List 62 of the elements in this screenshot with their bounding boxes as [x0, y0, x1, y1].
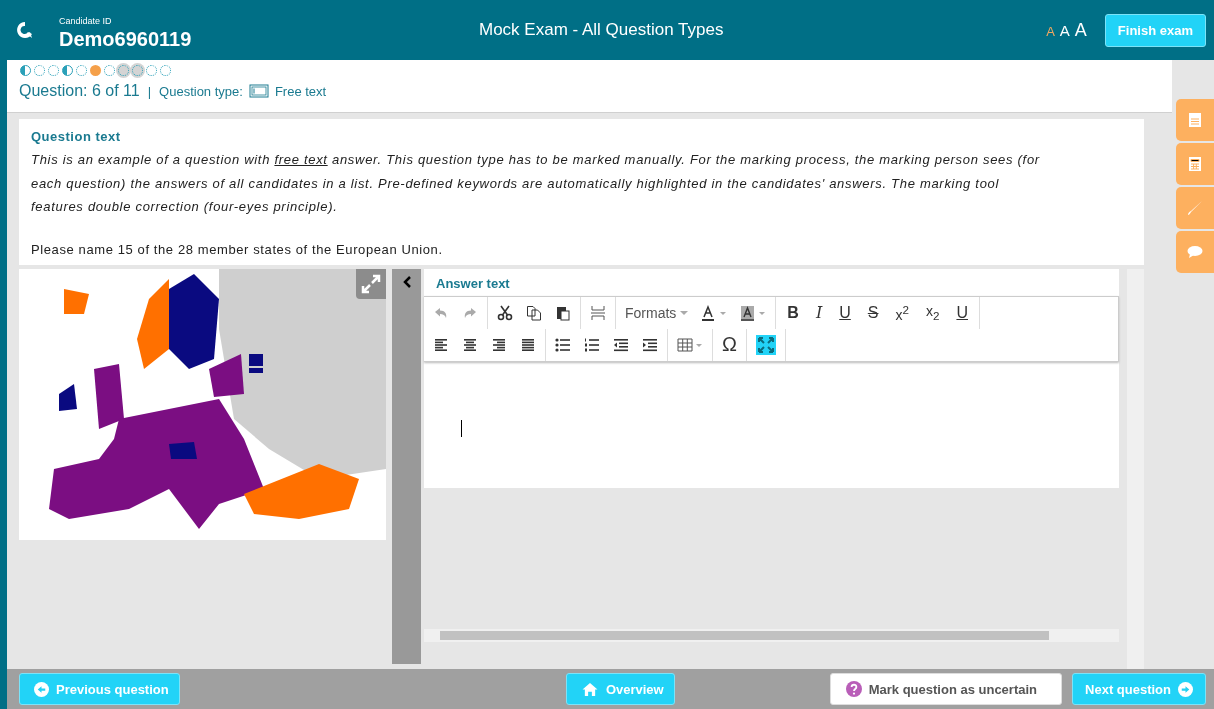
vertical-scrollbar[interactable]: [1127, 268, 1144, 669]
font-size-button[interactable]: A: [1059, 21, 1070, 39]
format-button[interactable]: I: [813, 303, 825, 322]
answer-heading: Answer text: [435, 275, 511, 293]
format-button[interactable]: U: [837, 303, 853, 322]
horizontal-scrollbar[interactable]: [424, 629, 1119, 642]
answer-editor-field[interactable]: [424, 367, 1119, 642]
special-character-button[interactable]: Ω: [722, 333, 737, 356]
question-progress-dot[interactable]: [62, 65, 73, 76]
font-size-button[interactable]: A: [1074, 19, 1087, 41]
mark-uncertain-button[interactable]: Mark question as uncertain: [829, 673, 1063, 705]
separator: |: [147, 83, 152, 99]
calculator-icon: [1188, 156, 1202, 172]
format-button[interactable]: x$_{2}$: [923, 286, 942, 339]
question-type-label: Question type:: [159, 83, 243, 99]
collapse-chevron-icon[interactable]: [401, 274, 412, 289]
exam-title: Mock Exam - All Question Types: [479, 20, 725, 40]
align-center-icon[interactable]: [462, 337, 478, 352]
format-button[interactable]: S: [865, 303, 881, 322]
home-icon: [580, 681, 599, 697]
calculator-tab[interactable]: [1176, 143, 1214, 185]
question-description: This is an example of a question with free text answer. This question type has to be marked manually. For the marking process, the marking person sees (for each question) the answers of all candidates in a list. Pre-defined keywords are automatically highlighted in the candidates' answers. The marking tool features double correction (four-eyes principle).: [31, 151, 1041, 216]
candidate-id: Demo6960119: [59, 27, 193, 51]
speech-bubble-icon: [1187, 245, 1203, 259]
paste-icon[interactable]: [555, 304, 571, 321]
candidate-id-label: Candidate ID: [59, 15, 113, 26]
formats-dropdown[interactable]: Formats: [625, 304, 689, 321]
text-field-icon: [248, 84, 269, 98]
question-counter: Question: 6 of 11: [19, 82, 140, 100]
table-icon[interactable]: [677, 337, 703, 352]
numbered-list-icon[interactable]: [584, 337, 600, 352]
question-type-value: Free text: [274, 83, 327, 99]
brush-icon: [1187, 200, 1203, 216]
bullet-list-icon[interactable]: [555, 337, 571, 352]
logo-icon: [15, 20, 35, 40]
text-cursor: [461, 419, 462, 437]
fullscreen-icon[interactable]: [755, 334, 776, 355]
document-icon: [1188, 112, 1202, 128]
format-button[interactable]: U: [954, 303, 970, 322]
comment-tab[interactable]: [1176, 231, 1214, 273]
expand-button[interactable]: [356, 268, 386, 299]
outdent-icon[interactable]: [613, 337, 629, 352]
question-prompt: Please name 15 of the 28 member states of the European Union.: [31, 241, 444, 257]
question-progress-dot[interactable]: [132, 65, 143, 76]
free-text-link[interactable]: free text: [274, 152, 328, 167]
highlight-color-icon[interactable]: [740, 304, 767, 321]
page-break-icon[interactable]: [590, 304, 606, 321]
question-progress-dot[interactable]: [90, 65, 101, 76]
indent-icon[interactable]: [642, 337, 658, 352]
align-right-icon[interactable]: [491, 337, 507, 352]
notes-tab[interactable]: [1176, 99, 1214, 141]
format-button[interactable]: x$^{2}$: [893, 302, 911, 323]
cut-icon[interactable]: [497, 304, 513, 321]
copy-icon[interactable]: [526, 304, 542, 321]
text-color-icon[interactable]: [701, 304, 728, 321]
question-progress-dot[interactable]: [20, 65, 31, 76]
question-heading: Question text: [31, 129, 122, 144]
format-button[interactable]: B: [785, 303, 801, 322]
align-left-icon[interactable]: [433, 337, 449, 352]
question-mark-icon: [845, 681, 862, 697]
justify-icon[interactable]: [520, 337, 536, 352]
question-progress-dot[interactable]: [118, 65, 129, 76]
